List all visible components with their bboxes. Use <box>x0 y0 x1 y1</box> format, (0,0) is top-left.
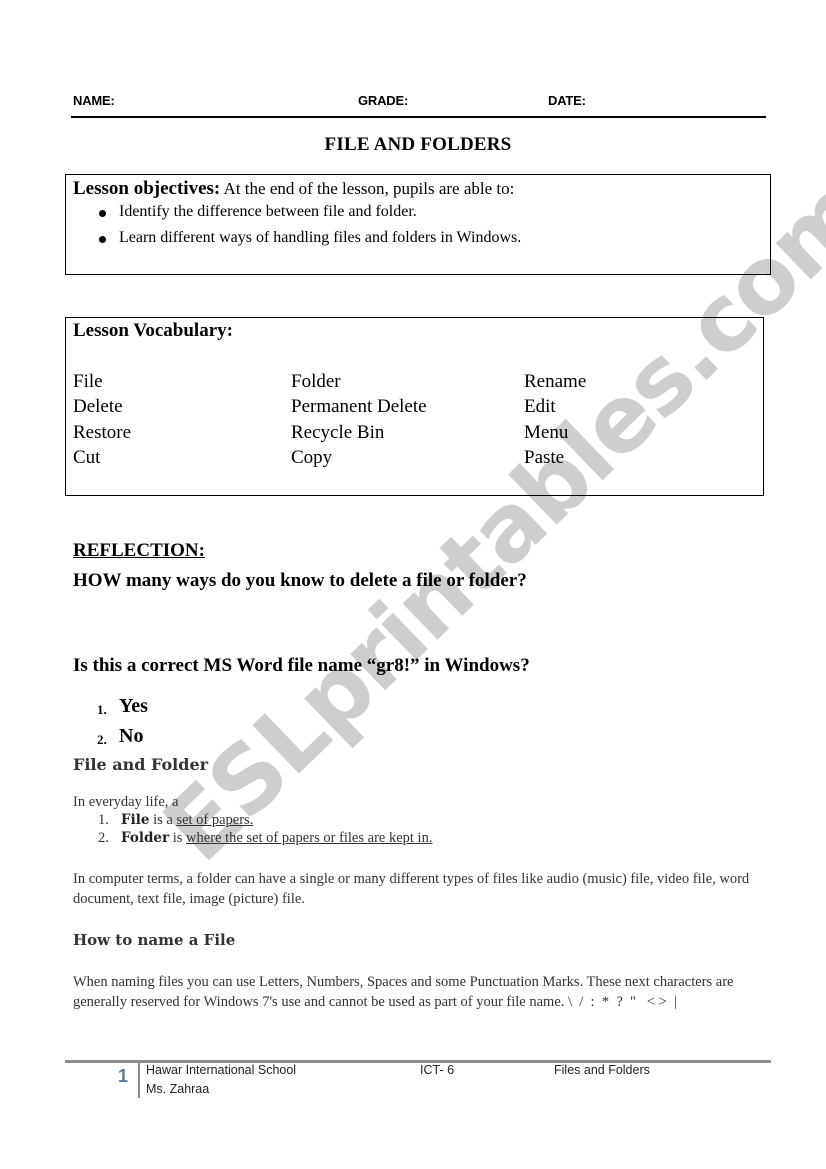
list-item: Folder is where the set of papers or fil… <box>121 830 432 847</box>
vocabulary-heading: Lesson Vocabulary: <box>73 320 233 341</box>
answer-number: 1. <box>97 702 107 717</box>
answer-option-yes: Yes <box>119 695 148 717</box>
objective-item: Identify the difference between file and… <box>119 203 417 220</box>
footer-topic: Files and Folders <box>554 1063 650 1077</box>
vocab-word: Permanent Delete <box>291 396 427 417</box>
vocab-word: Copy <box>291 447 333 468</box>
section-heading-file-and-folder: File and Folder <box>73 755 209 774</box>
objectives-heading: Lesson objectives: <box>73 178 221 199</box>
reflection-heading: REFLECTION: <box>73 540 205 561</box>
vocab-word: Recycle Bin <box>291 422 385 443</box>
document-title: FILE AND FOLDERS <box>324 134 512 155</box>
footer-school: Hawar International School <box>146 1063 297 1077</box>
vocab-word: File <box>73 371 103 392</box>
bullet-icon <box>99 210 106 217</box>
objectives-heading-line: Lesson objectives: At the end of the les… <box>73 178 514 200</box>
term: Folder <box>121 830 170 846</box>
term: File <box>121 812 150 828</box>
page-number: 1 <box>118 1066 129 1086</box>
reflection-question: Is this a correct MS Word file name “gr8… <box>73 655 530 676</box>
footer-teacher: Ms. Zahraa <box>146 1082 210 1096</box>
objective-item: Learn different ways of handling files a… <box>119 229 522 246</box>
reflection-question: HOW many ways do you know to delete a fi… <box>73 570 527 591</box>
vocab-word: Edit <box>524 396 556 417</box>
vocab-word: Paste <box>524 447 565 468</box>
objectives-intro: At the end of the lesson, pupils are abl… <box>223 179 515 198</box>
list-item: File is a set of papers. <box>121 812 253 829</box>
answer-option-no: No <box>119 725 144 747</box>
vocab-word: Restore <box>73 422 132 443</box>
vocab-word: Folder <box>291 371 341 392</box>
vocab-word: Cut <box>73 447 101 468</box>
grade-label: GRADE: <box>358 93 409 108</box>
footer-divider <box>138 1061 140 1098</box>
section-heading-naming: How to name a File <box>73 931 236 949</box>
connector: is <box>169 830 187 846</box>
computer-terms-paragraph: In computer terms, a folder can have a s… <box>73 871 750 907</box>
connector: is a <box>149 812 177 828</box>
everyday-intro: In everyday life, a <box>73 794 179 810</box>
header-rule <box>71 116 766 118</box>
vocab-word: Menu <box>524 422 569 443</box>
bullet-icon <box>99 236 106 243</box>
answer-number: 2. <box>97 732 107 747</box>
list-number: 1. <box>98 812 109 828</box>
definition: set of papers. <box>176 812 254 828</box>
naming-paragraph: When naming files you can use Letters, N… <box>73 974 738 1010</box>
date-label: DATE: <box>548 93 586 108</box>
footer-course: ICT- 6 <box>420 1063 455 1077</box>
vocab-word: Delete <box>73 396 123 417</box>
definition: where the set of papers or files are kep… <box>186 830 433 846</box>
list-number: 2. <box>98 830 109 846</box>
name-label: NAME: <box>73 93 115 108</box>
vocab-word: Rename <box>524 371 587 392</box>
